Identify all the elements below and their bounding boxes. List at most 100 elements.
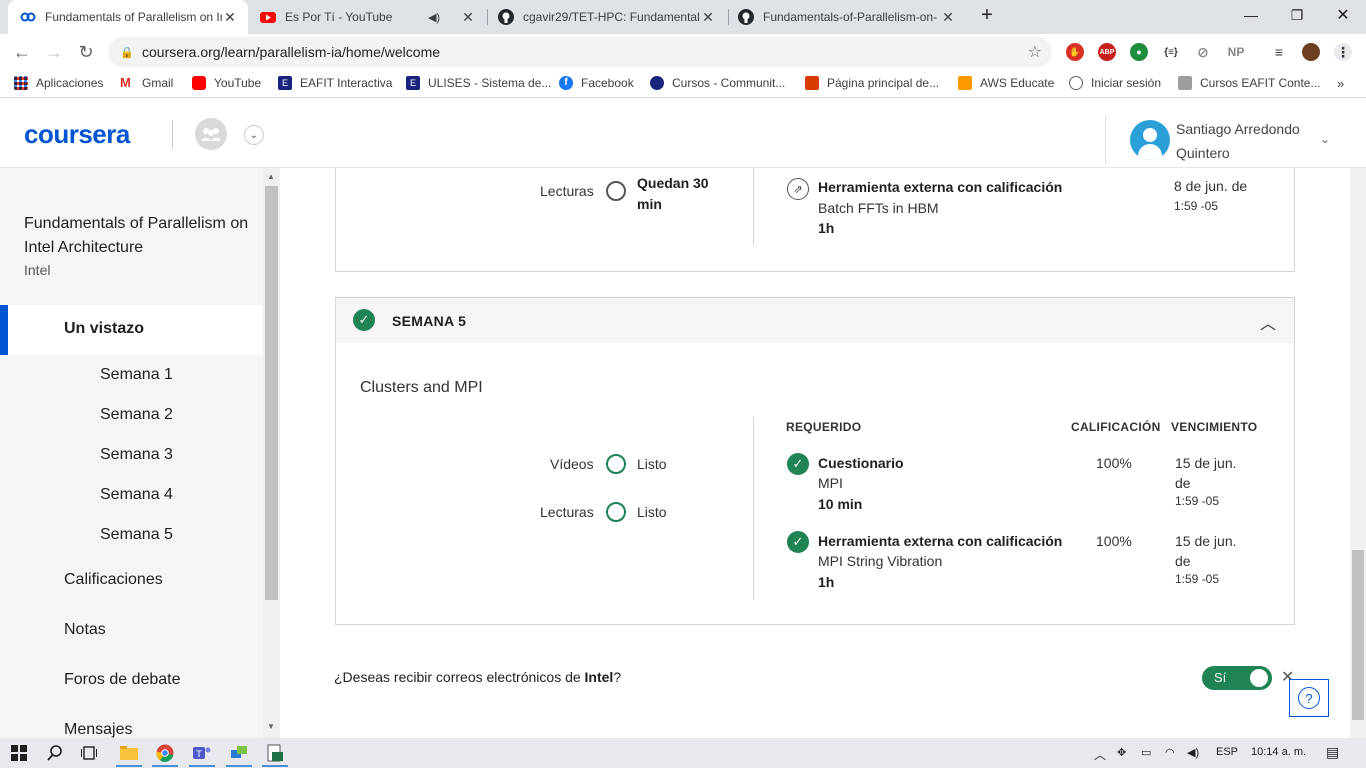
avatar[interactable]	[1130, 120, 1170, 160]
bookmark-star-icon[interactable]: ☆	[1028, 42, 1042, 62]
forward-button[interactable]: →	[40, 38, 68, 66]
week-header[interactable]: ✓ SEMANA 5 ︿	[336, 298, 1294, 343]
coursera-logo[interactable]: coursera	[24, 119, 130, 150]
close-window-button[interactable]: ✕	[1320, 0, 1366, 30]
clock[interactable]: 10:14 a. m.	[1251, 746, 1306, 758]
email-prompt: ¿Deseas recibir correos electrónicos de …	[334, 669, 621, 685]
stop-extension-icon[interactable]: ✋	[1066, 43, 1084, 61]
more-bookmarks-icon[interactable]: »	[1337, 76, 1344, 91]
week-title: SEMANA 5	[392, 313, 467, 329]
group-icon[interactable]	[195, 118, 227, 150]
bookmark-aws-educate[interactable]: AWS Educate	[958, 76, 1054, 90]
bookmark-iniciar-sesion[interactable]: Iniciar sesión	[1069, 76, 1161, 90]
bookmark-office[interactable]: Página principal de...	[805, 76, 939, 90]
new-tab-button[interactable]: +	[972, 0, 1002, 30]
chevron-down-icon[interactable]: ⌄	[244, 125, 264, 145]
close-icon[interactable]: ✕	[222, 9, 238, 26]
profile-avatar[interactable]	[1302, 43, 1320, 61]
tab-title: Fundamentals of Parallelism on Intel	[45, 10, 222, 24]
close-icon[interactable]: ✕	[940, 9, 956, 26]
adblock-plus-icon[interactable]: ABP	[1098, 43, 1116, 61]
notifications-icon[interactable]: ▤	[1326, 744, 1339, 761]
close-icon[interactable]: ✕	[460, 9, 476, 26]
sidebar-item-week-5[interactable]: Semana 5	[100, 526, 173, 544]
tab-github-1[interactable]: cgavir29/TET-HPC: Fundamentals of ✕	[490, 0, 726, 34]
tab-youtube[interactable]: Es Por Tí - YouTube ◀) ✕	[250, 0, 486, 34]
sidebar-item-week-3[interactable]: Semana 3	[100, 446, 173, 464]
sidebar-item-week-4[interactable]: Semana 4	[100, 486, 173, 504]
svg-text:T: T	[195, 750, 202, 760]
chrome-icon[interactable]	[156, 744, 174, 762]
sidebar-scrollbar[interactable]: ▲ ▼	[263, 168, 280, 738]
item-type[interactable]: Herramienta externa con calificación	[818, 533, 1062, 549]
reload-button[interactable]: ↻	[72, 38, 100, 66]
wifi-icon[interactable]: ◠	[1165, 746, 1175, 759]
windows-start-icon[interactable]	[10, 744, 28, 762]
due-date: 15 de jun.	[1175, 533, 1237, 549]
back-button[interactable]: ←	[8, 38, 36, 66]
sidebar-item-notes[interactable]: Notas	[64, 621, 106, 639]
column-header-due: VENCIMIENTO	[1171, 420, 1258, 434]
bookmark-cursos-community[interactable]: Cursos - Communit...	[650, 76, 785, 90]
taskbar-running-indicator	[189, 765, 215, 767]
scroll-up-icon[interactable]: ▲	[267, 172, 275, 181]
aws-educate-icon	[958, 76, 972, 90]
sidebar-item-overview[interactable]: Un vistazo	[0, 305, 263, 355]
week-card-previous: Lecturas Quedan 30 min ⇗ Herramienta ext…	[335, 168, 1295, 272]
sidebar-item-week-1[interactable]: Semana 1	[100, 366, 173, 384]
item-type[interactable]: Cuestionario	[818, 455, 904, 471]
course-org: Intel	[24, 262, 51, 278]
scroll-thumb[interactable]	[1352, 550, 1364, 720]
page-scrollbar[interactable]	[1350, 168, 1366, 738]
menu-kebab-icon[interactable]: ⋮	[1334, 43, 1352, 61]
email-prompt-suffix: ?	[613, 669, 622, 685]
language-indicator[interactable]: ESP	[1216, 746, 1238, 758]
youtube-icon	[192, 76, 206, 90]
bookmark-cursos-eafit[interactable]: Cursos EAFIT Conte...	[1178, 76, 1321, 90]
maximize-button[interactable]: ❐	[1274, 0, 1320, 30]
media-queue-icon[interactable]: ≡	[1270, 43, 1288, 61]
task-view-icon[interactable]	[80, 744, 98, 762]
help-button[interactable]: ?	[1289, 679, 1329, 717]
bookmark-apps[interactable]: Aplicaciones	[14, 76, 103, 90]
sidebar-item-messages[interactable]: Mensajes	[64, 721, 132, 738]
chevron-down-icon[interactable]: ⌄	[1320, 132, 1330, 146]
scroll-thumb[interactable]	[265, 186, 278, 600]
progress-status: Listo	[637, 504, 667, 520]
bookmark-ulises[interactable]: E ULISES - Sistema de...	[406, 76, 551, 90]
bookmark-eafit[interactable]: E EAFIT Interactiva	[278, 76, 392, 90]
minimize-button[interactable]: —	[1228, 0, 1274, 30]
bookmark-youtube[interactable]: YouTube	[192, 76, 261, 90]
globe-extension-icon[interactable]: ●	[1130, 43, 1148, 61]
volume-icon[interactable]: ◀)	[1187, 746, 1199, 759]
sidebar-item-week-2[interactable]: Semana 2	[100, 406, 173, 424]
user-name[interactable]: Santiago Arredondo Quintero	[1176, 117, 1316, 165]
bookmark-label: Iniciar sesión	[1091, 76, 1162, 90]
battery-icon[interactable]: ▭	[1141, 746, 1151, 759]
teams-icon[interactable]: T	[193, 744, 211, 762]
bookmark-facebook[interactable]: f Facebook	[559, 76, 634, 90]
tab-github-2[interactable]: Fundamentals-of-Parallelism-on- ✕	[730, 0, 966, 34]
chevron-up-icon[interactable]: ︿	[1094, 746, 1106, 763]
bookmark-gmail[interactable]: M Gmail	[120, 76, 173, 91]
bookmark-label: Página principal de...	[827, 76, 940, 90]
email-toggle[interactable]: Sí	[1202, 666, 1272, 690]
address-bar[interactable]: 🔒 coursera.org/learn/parallelism-ia/home…	[108, 37, 1052, 67]
json-extension-icon[interactable]: {≡}	[1162, 43, 1180, 61]
chevron-up-icon[interactable]: ︿	[1260, 310, 1276, 334]
due-date-cont: de	[1175, 553, 1191, 569]
network-app-icon[interactable]	[230, 744, 248, 762]
tab-coursera[interactable]: Fundamentals of Parallelism on Intel ✕	[8, 0, 248, 34]
speaker-icon[interactable]: ◀)	[426, 11, 442, 24]
item-type[interactable]: Herramienta externa con calificación	[818, 179, 1062, 195]
dropbox-icon[interactable]: ✥	[1117, 746, 1126, 759]
compass-extension-icon[interactable]: ⊘	[1194, 43, 1212, 61]
close-icon[interactable]: ✕	[700, 9, 716, 26]
spreadsheet-app-icon[interactable]	[266, 744, 284, 762]
file-explorer-icon[interactable]	[120, 744, 138, 762]
search-icon[interactable]	[46, 744, 64, 762]
scroll-down-icon[interactable]: ▼	[267, 722, 275, 731]
sidebar-item-forums[interactable]: Foros de debate	[64, 671, 181, 689]
np-extension-icon[interactable]: NP	[1224, 43, 1248, 61]
sidebar-item-grades[interactable]: Calificaciones	[64, 571, 163, 589]
